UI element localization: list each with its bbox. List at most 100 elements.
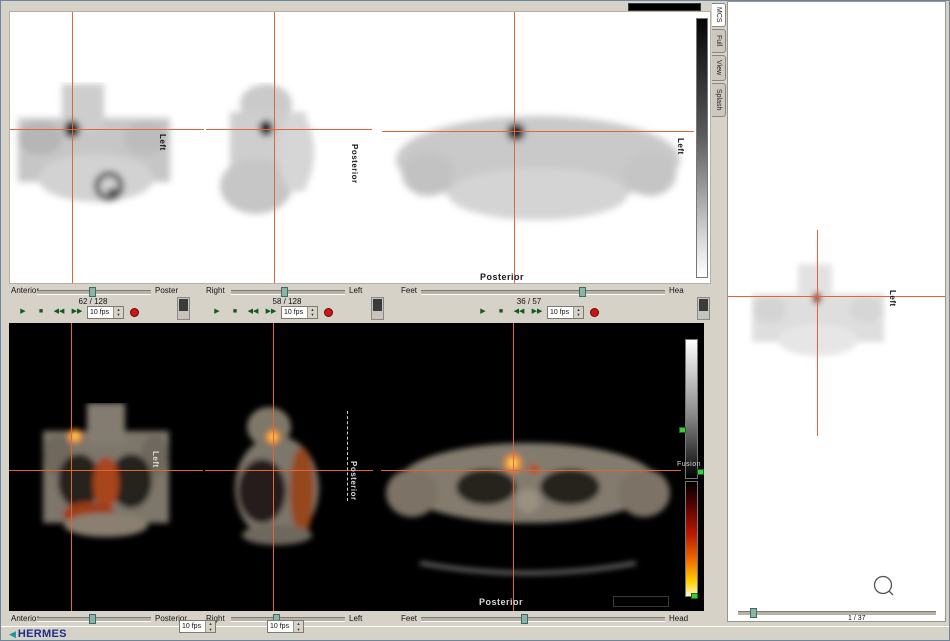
- rewind-icon[interactable]: ◀◀: [511, 305, 527, 319]
- tab-full[interactable]: Full: [712, 29, 726, 53]
- mini-slider-thumb[interactable]: [373, 299, 382, 311]
- spinner-arrows[interactable]: ▲ ▼: [573, 307, 583, 318]
- axial-zoom-mini-slider[interactable]: [697, 297, 710, 320]
- grayscale-colorbar[interactable]: [696, 18, 708, 278]
- fps-spinner[interactable]: 10 fps ▲ ▼: [281, 306, 318, 319]
- fps-value: 10 fps: [180, 621, 205, 632]
- ct-grayscale-colorbar[interactable]: [685, 339, 698, 479]
- mini-slider-thumb[interactable]: [179, 299, 188, 311]
- fusion-viewport[interactable]: Left Posterior Posterior Fusion: [9, 323, 704, 611]
- play-icon[interactable]: ▶: [15, 305, 31, 319]
- play-icon[interactable]: ▶: [475, 305, 491, 319]
- fps-spinner[interactable]: 10 fps ▲ ▼: [179, 620, 216, 633]
- orientation-label-coronal-side: Left: [158, 134, 167, 151]
- fps-spinner[interactable]: 10 fps ▲ ▼: [547, 306, 584, 319]
- record-icon: [324, 308, 333, 317]
- slider-left-label-axial: Feet: [401, 614, 417, 623]
- brand-name: HERMES: [18, 629, 67, 640]
- slider-right-label-axial: Head: [669, 614, 688, 623]
- tab-splash[interactable]: Splash: [712, 83, 726, 117]
- crosshair-vertical-coronal[interactable]: [71, 323, 72, 611]
- spin-down-icon[interactable]: ▼: [294, 627, 303, 633]
- mip-slider-handle[interactable]: [750, 608, 757, 618]
- circle-tool-icon[interactable]: [872, 574, 896, 598]
- orientation-label-axial-bottom: Posterior: [480, 272, 524, 282]
- coronal-slice-slider[interactable]: [37, 290, 151, 295]
- axial-slider-handle[interactable]: [521, 614, 528, 624]
- mip-frame-counter: 1 / 37: [848, 615, 908, 622]
- crosshair-vertical-sagittal[interactable]: [274, 12, 275, 283]
- slider-right-label-sagittal: Left: [349, 614, 362, 623]
- fusion-hot-colorbar[interactable]: [685, 481, 698, 597]
- fast-forward-icon[interactable]: ▶▶: [529, 305, 545, 319]
- stop-icon[interactable]: ■: [493, 305, 509, 319]
- orientation-label-sagittal-side: Posterior: [350, 144, 359, 184]
- axial-slice-slider[interactable]: [421, 617, 665, 622]
- spinner-arrows[interactable]: ▲ ▼: [113, 307, 123, 318]
- tab-view[interactable]: View: [712, 55, 726, 81]
- top-level-indicator-bar[interactable]: [628, 3, 701, 11]
- crosshair-vertical-coronal[interactable]: [72, 12, 73, 283]
- coronal-slider-handle[interactable]: [89, 287, 96, 297]
- record-button[interactable]: [586, 305, 602, 319]
- tab-mcs[interactable]: MCS: [712, 3, 726, 27]
- orientation-label-coronal-side: Left: [151, 451, 160, 468]
- bottom-level-indicator-bar[interactable]: [613, 596, 669, 607]
- crosshair-horizontal-sagittal[interactable]: [206, 129, 372, 130]
- hermes-logo: ◀ HERMES: [9, 629, 67, 640]
- spin-down-icon[interactable]: ▼: [206, 627, 215, 633]
- measurement-dashed-line[interactable]: [347, 411, 348, 501]
- fps-spinner[interactable]: 10 fps ▲ ▼: [87, 306, 124, 319]
- fps-value: 10 fps: [282, 307, 307, 318]
- colorbar-level-handle[interactable]: [697, 469, 704, 475]
- stop-icon[interactable]: ■: [33, 305, 49, 319]
- colorbar-level-handle[interactable]: [691, 593, 698, 599]
- fast-forward-icon[interactable]: ▶▶: [263, 305, 279, 319]
- fps-spinner[interactable]: 10 fps ▲ ▼: [267, 620, 304, 633]
- sagittal-slider-handle[interactable]: [281, 287, 288, 297]
- spin-down-icon[interactable]: ▼: [308, 312, 317, 318]
- slider-left-label-coronal: Anterior: [11, 614, 39, 623]
- spin-down-icon[interactable]: ▼: [114, 312, 123, 318]
- sagittal-cine-controls: ▶ ■ ◀◀ ▶▶ 10 fps ▲ ▼: [209, 305, 336, 319]
- fused-axial-image: [382, 431, 679, 583]
- crosshair-vertical-axial[interactable]: [513, 323, 514, 611]
- stop-icon[interactable]: ■: [227, 305, 243, 319]
- spinner-arrows[interactable]: ▲ ▼: [293, 621, 303, 632]
- axial-cine-controls: ▶ ■ ◀◀ ▶▶ 10 fps ▲ ▼: [475, 305, 602, 319]
- record-icon: [130, 308, 139, 317]
- rewind-icon[interactable]: ◀◀: [245, 305, 261, 319]
- record-button[interactable]: [320, 305, 336, 319]
- slider-right-label-axial: Hea: [669, 286, 684, 295]
- sagittal-slice-slider[interactable]: [231, 290, 345, 295]
- crosshair-horizontal-axial[interactable]: [381, 470, 681, 471]
- record-button[interactable]: [126, 305, 142, 319]
- mip-panel[interactable]: Left 1 / 37: [727, 1, 946, 622]
- coronal-slice-slider[interactable]: [37, 617, 151, 622]
- orientation-label-axial-side: Left: [676, 138, 685, 155]
- fused-coronal-image: [31, 403, 181, 553]
- crosshair-horizontal-mip[interactable]: [728, 296, 945, 297]
- coronal-slider-handle[interactable]: [89, 614, 96, 624]
- axial-slice-slider[interactable]: [421, 290, 665, 295]
- spect-viewport[interactable]: Left Posterior Left Posterior: [9, 11, 711, 284]
- crosshair-vertical-sagittal[interactable]: [273, 323, 274, 611]
- spinner-arrows[interactable]: ▲ ▼: [205, 621, 215, 632]
- crosshair-horizontal-coronal[interactable]: [10, 129, 204, 130]
- crosshair-vertical-mip[interactable]: [817, 230, 818, 436]
- rewind-icon[interactable]: ◀◀: [51, 305, 67, 319]
- axial-slider-handle[interactable]: [579, 287, 586, 297]
- fast-forward-icon[interactable]: ▶▶: [69, 305, 85, 319]
- sagittal-zoom-mini-slider[interactable]: [371, 297, 384, 320]
- crosshair-horizontal-coronal[interactable]: [9, 470, 203, 471]
- mini-slider-thumb[interactable]: [699, 299, 708, 311]
- play-icon[interactable]: ▶: [209, 305, 225, 319]
- coronal-zoom-mini-slider[interactable]: [177, 297, 190, 320]
- fps-value: 10 fps: [88, 307, 113, 318]
- spinner-arrows[interactable]: ▲ ▼: [307, 307, 317, 318]
- crosshair-horizontal-axial[interactable]: [382, 131, 694, 132]
- colorbar-level-handle[interactable]: [679, 427, 686, 433]
- crosshair-vertical-axial[interactable]: [514, 12, 515, 283]
- slider-left-label-axial: Feet: [401, 286, 417, 295]
- spin-down-icon[interactable]: ▼: [574, 312, 583, 318]
